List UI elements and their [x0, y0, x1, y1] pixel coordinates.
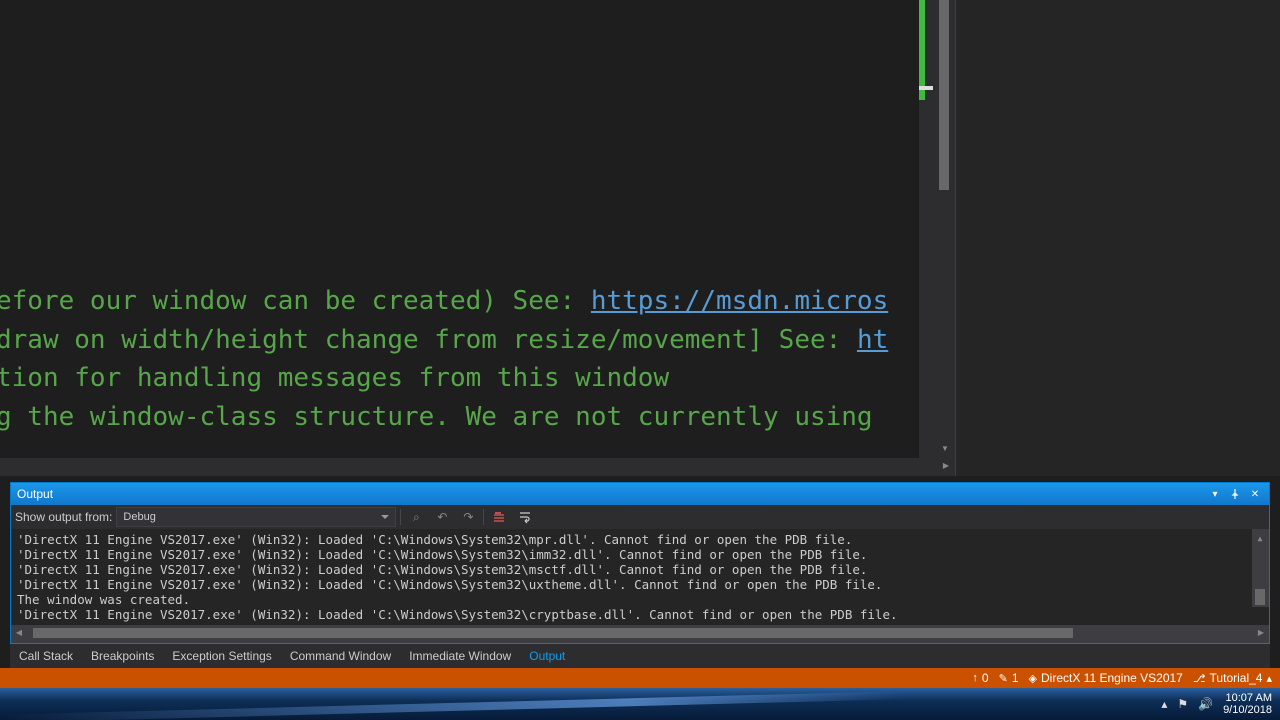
- tab-breakpoints[interactable]: Breakpoints: [82, 644, 163, 668]
- code-line: efore our window can be created) See: ht…: [0, 286, 888, 316]
- change-marker: [919, 0, 925, 100]
- code-view[interactable]: efore our window can be created) See: ht…: [0, 0, 919, 458]
- prev-icon[interactable]: ↶: [431, 506, 453, 528]
- output-line: 'DirectX 11 Engine VS2017.exe' (Win32): …: [17, 607, 898, 622]
- tab-output[interactable]: Output: [520, 644, 574, 668]
- output-line: 'DirectX 11 Engine VS2017.exe' (Win32): …: [17, 562, 867, 577]
- output-panel: Output ▾ ✕ Show output from: Debug ⌕ ↶ ↷…: [10, 482, 1270, 644]
- system-clock[interactable]: 10:07 AM 9/10/2018: [1223, 692, 1272, 716]
- windows-taskbar[interactable]: ▴ ⚑ 🔊 10:07 AM 9/10/2018: [0, 688, 1280, 720]
- tab-exception-settings[interactable]: Exception Settings: [163, 644, 280, 668]
- editor-area: efore our window can be created) See: ht…: [0, 0, 955, 476]
- code-line: tion for handling messages from this win…: [0, 363, 669, 393]
- arrow-up-icon: ↑: [972, 672, 978, 684]
- volume-icon[interactable]: 🔊: [1198, 697, 1213, 711]
- scroll-right-icon[interactable]: ▶: [1255, 628, 1267, 642]
- output-line: The window was created.: [17, 592, 190, 607]
- output-titlebar[interactable]: Output ▾ ✕: [11, 483, 1269, 505]
- editor-marker-track[interactable]: [919, 0, 937, 458]
- code-line: g the window-class structure. We are not…: [0, 402, 873, 432]
- status-project[interactable]: ◈DirectX 11 Engine VS2017: [1029, 671, 1183, 685]
- pencil-icon: ✎: [999, 672, 1008, 685]
- output-vscrollbar[interactable]: ▲: [1252, 529, 1269, 607]
- status-bar: ↑0 ✎1 ◈DirectX 11 Engine VS2017 ⎇Tutoria…: [0, 668, 1280, 688]
- panel-tab-strip: Call Stack Breakpoints Exception Setting…: [10, 644, 1270, 668]
- diamond-icon: ◈: [1029, 672, 1037, 685]
- chevron-up-icon: ▴: [1266, 672, 1272, 685]
- taskbar-decor: [0, 691, 900, 720]
- flag-icon[interactable]: ⚑: [1177, 697, 1188, 711]
- output-toolbar: Show output from: Debug ⌕ ↶ ↷: [11, 505, 1269, 529]
- panel-title: Output: [17, 487, 53, 501]
- scroll-thumb[interactable]: [33, 628, 1073, 638]
- output-hscrollbar[interactable]: ◀ ▶: [11, 625, 1269, 643]
- code-line: draw on width/height change from resize/…: [0, 325, 888, 355]
- tab-immediate-window[interactable]: Immediate Window: [400, 644, 520, 668]
- output-line: 'DirectX 11 Engine VS2017.exe' (Win32): …: [17, 547, 867, 562]
- side-panel: [955, 0, 1280, 476]
- output-line: 'DirectX 11 Engine VS2017.exe' (Win32): …: [17, 577, 882, 592]
- next-icon[interactable]: ↷: [457, 506, 479, 528]
- scroll-up-icon[interactable]: ▲: [1254, 531, 1266, 545]
- tray-chevron-up-icon[interactable]: ▴: [1161, 697, 1167, 711]
- toggle-wrap-icon[interactable]: [514, 506, 536, 528]
- show-output-from-label: Show output from:: [15, 510, 112, 524]
- code-link[interactable]: https://msdn.micros: [591, 286, 888, 316]
- output-line: 'DirectX 11 Engine VS2017.exe' (Win32): …: [17, 532, 852, 547]
- status-pending-edits[interactable]: ✎1: [999, 671, 1019, 685]
- editor-vscrollbar[interactable]: ▼: [937, 0, 955, 458]
- find-icon[interactable]: ⌕: [405, 506, 427, 528]
- tab-call-stack[interactable]: Call Stack: [10, 644, 82, 668]
- window-position-icon[interactable]: ▾: [1207, 486, 1223, 502]
- scroll-right-icon[interactable]: ▶: [939, 459, 953, 473]
- scroll-down-icon[interactable]: ▼: [938, 442, 952, 456]
- editor-hscrollbar[interactable]: ▶: [0, 458, 955, 476]
- scroll-thumb[interactable]: [939, 0, 949, 190]
- output-source-select[interactable]: Debug: [116, 507, 396, 527]
- status-solution[interactable]: ⎇Tutorial_4▴: [1193, 671, 1272, 685]
- scroll-thumb[interactable]: [1255, 589, 1265, 605]
- clear-all-icon[interactable]: [488, 506, 510, 528]
- close-icon[interactable]: ✕: [1247, 486, 1263, 502]
- tab-command-window[interactable]: Command Window: [281, 644, 400, 668]
- caret-marker: [919, 86, 933, 90]
- status-publish[interactable]: ↑0: [972, 671, 988, 685]
- pin-icon[interactable]: [1227, 486, 1243, 502]
- output-body[interactable]: 'DirectX 11 Engine VS2017.exe' (Win32): …: [11, 529, 1269, 625]
- branch-icon: ⎇: [1193, 672, 1206, 685]
- code-link[interactable]: ht: [857, 325, 888, 355]
- scroll-left-icon[interactable]: ◀: [13, 628, 25, 642]
